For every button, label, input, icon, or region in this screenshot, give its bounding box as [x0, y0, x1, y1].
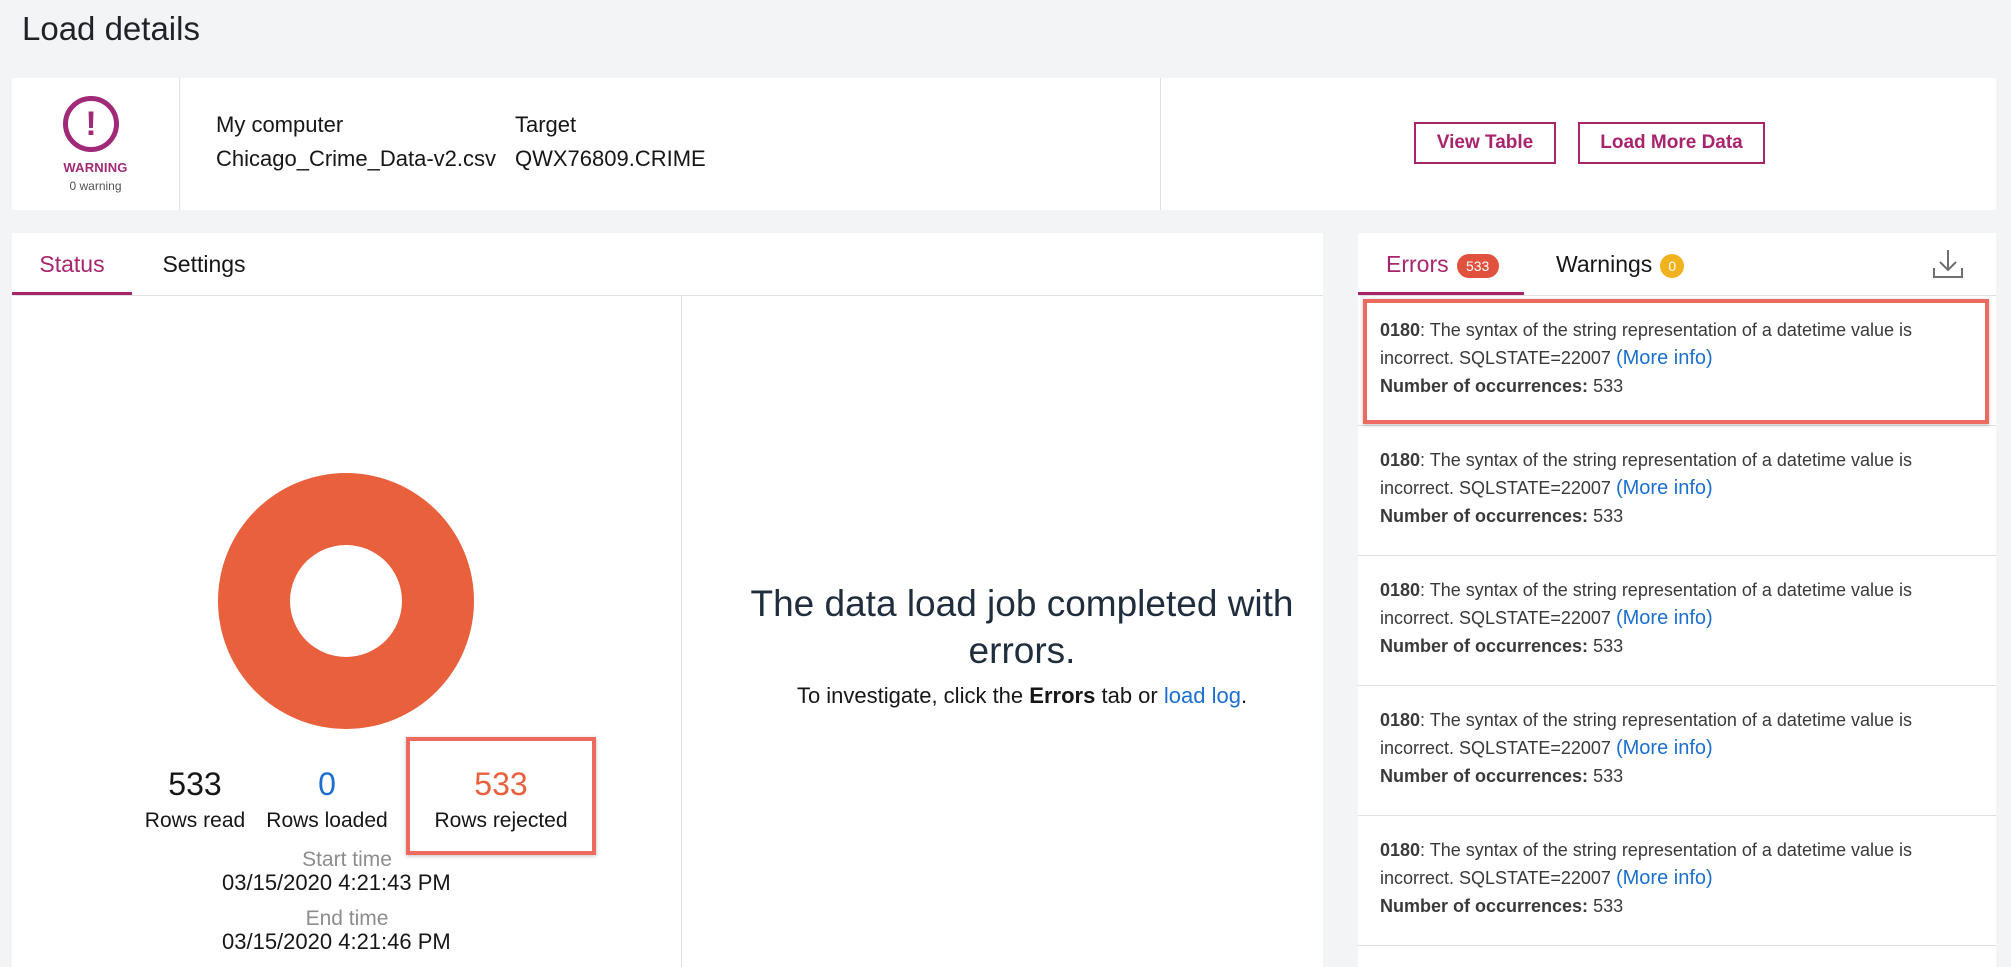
occurrences-value: 533	[1593, 506, 1624, 526]
error-list-item[interactable]: 0180: The syntax of the string represent…	[1358, 816, 1996, 946]
errors-tabs: Errors 533 Warnings 0	[1358, 233, 1996, 296]
target-label: Target	[515, 112, 577, 137]
instruction-errors-emphasis: Errors	[1029, 683, 1096, 708]
warning-count: 0 warning	[69, 179, 122, 193]
start-time-value: 03/15/2020 4:21:43 PM	[222, 870, 451, 895]
more-info-link[interactable]: (More info)	[1616, 737, 1713, 759]
load-log-link[interactable]: load log	[1164, 683, 1241, 708]
view-table-button[interactable]: View Table	[1414, 122, 1556, 164]
source-file-name: Chicago_Crime_Data-v2.csv	[216, 146, 496, 171]
status-label: WARNING	[63, 160, 128, 175]
error-code: 0180	[1380, 450, 1421, 470]
occurrences-value: 533	[1593, 766, 1624, 786]
occurrences-value: 533	[1593, 896, 1624, 916]
start-time-label: Start time	[302, 848, 392, 871]
occurrences-label: Number of occurrences:	[1380, 766, 1589, 786]
investigate-instruction: To investigate, click the Errors tab or …	[692, 683, 1352, 709]
warning-icon: !	[63, 96, 119, 152]
rows-read-value: 533	[168, 766, 222, 802]
rows-read-label: Rows read	[144, 809, 246, 832]
tab-errors-label: Errors	[1386, 251, 1449, 277]
more-info-link[interactable]: (More info)	[1616, 477, 1713, 499]
occurrences-value: 533	[1593, 636, 1624, 656]
end-time-value: 03/15/2020 4:21:46 PM	[222, 929, 451, 954]
rows-donut-chart	[218, 473, 474, 729]
error-code: 0180	[1380, 580, 1421, 600]
rows-loaded-value: 0	[318, 766, 336, 802]
rows-rejected-highlight	[406, 737, 596, 855]
completion-message: The data load job completed with errors.	[692, 580, 1352, 674]
load-more-data-button[interactable]: Load More Data	[1578, 122, 1765, 164]
error-code: 0180	[1380, 710, 1421, 730]
occurrences-label: Number of occurrences:	[1380, 636, 1589, 656]
tab-warnings-label: Warnings	[1556, 251, 1653, 277]
warnings-count-badge: 0	[1660, 253, 1685, 278]
tab-status[interactable]: Status	[12, 233, 132, 295]
panel-divider	[681, 296, 682, 967]
error-list-item[interactable]: 0180: The syntax of the string represent…	[1358, 426, 1996, 556]
tab-settings[interactable]: Settings	[149, 233, 259, 295]
occurrences-label: Number of occurrences:	[1380, 896, 1589, 916]
card-divider	[1160, 78, 1161, 210]
first-error-highlight	[1363, 299, 1989, 424]
tab-errors[interactable]: Errors 533	[1358, 233, 1524, 295]
errors-count-badge: 533	[1456, 253, 1499, 278]
instruction-suffix: .	[1240, 683, 1248, 708]
completion-message-line2: errors.	[968, 630, 1076, 671]
download-icon[interactable]	[1930, 246, 1966, 282]
error-list-item[interactable]: 0180: The syntax of the string represent…	[1358, 556, 1996, 686]
page-title: Load details	[22, 10, 200, 47]
tab-warnings[interactable]: Warnings 0	[1556, 233, 1685, 295]
donut-hole	[290, 545, 402, 657]
completion-message-line1: The data load job completed with	[750, 583, 1294, 624]
load-summary-card: ! WARNING 0 warning My computer Chicago_…	[12, 78, 1996, 210]
error-code: 0180	[1380, 840, 1421, 860]
rows-loaded-label: Rows loaded	[266, 809, 388, 832]
more-info-link[interactable]: (More info)	[1616, 867, 1713, 889]
occurrences-label: Number of occurrences:	[1380, 506, 1589, 526]
instruction-text-middle: tab or	[1101, 683, 1158, 708]
source-label: My computer	[216, 112, 344, 137]
target-table-name: QWX76809.CRIME	[515, 146, 706, 171]
load-status-cell: ! WARNING 0 warning	[12, 78, 180, 210]
more-info-link[interactable]: (More info)	[1616, 607, 1713, 629]
status-tabs: Status Settings	[12, 233, 1323, 296]
error-list-item[interactable]: 0180: The syntax of the string represent…	[1358, 686, 1996, 816]
status-panel: Status Settings 533 Rows read 0 Rows loa…	[12, 233, 1323, 967]
end-time-label: End time	[305, 907, 389, 930]
instruction-text: To investigate, click the	[796, 683, 1024, 708]
